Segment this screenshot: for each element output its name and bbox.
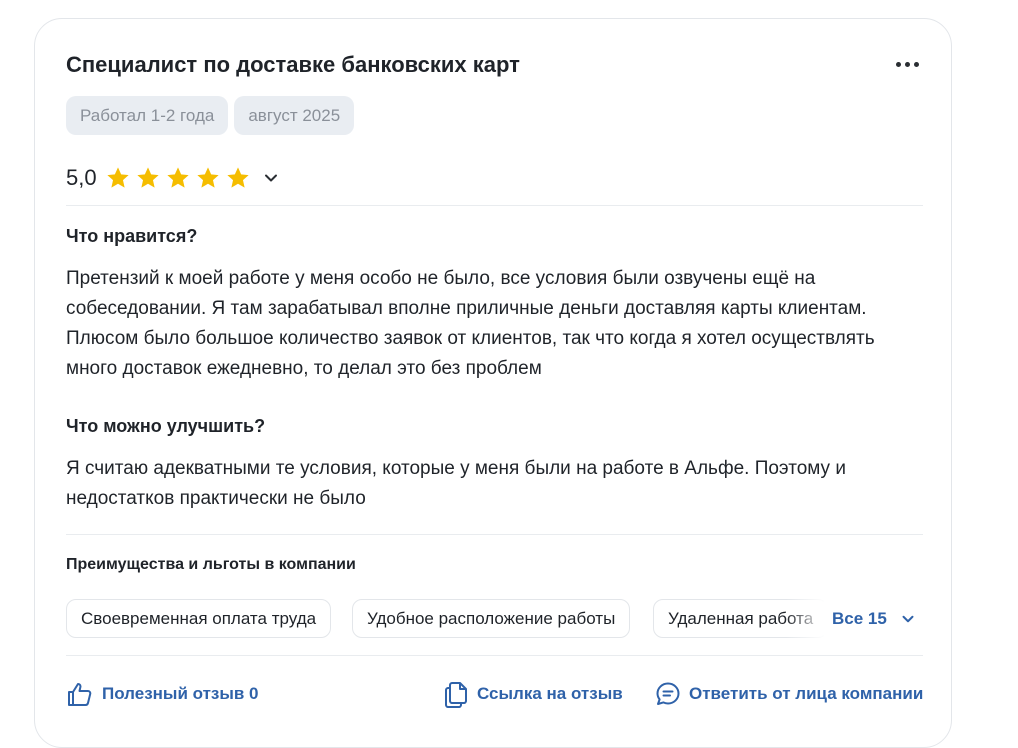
likes-heading: Что нравится? <box>66 226 198 246</box>
tag-date: август 2025 <box>234 96 355 135</box>
benefit-chip[interactable]: Удобное расположение работы <box>352 599 631 638</box>
star-icon <box>106 167 129 188</box>
rating-value: 5,0 <box>66 165 97 190</box>
reply-as-company-label: Ответить от лица компании <box>689 684 924 703</box>
star-icon <box>136 167 159 188</box>
rating-block: 5,0 <box>66 164 281 192</box>
star-icon <box>226 167 249 188</box>
review-link-button[interactable]: Ссылка на отзыв <box>443 680 623 708</box>
star-icon <box>166 167 189 188</box>
comment-icon <box>656 682 680 705</box>
show-all-benefits-button[interactable]: Все 15 <box>824 599 923 639</box>
reply-as-company-button[interactable]: Ответить от лица компании <box>655 680 923 708</box>
improve-text: Я считаю адекватными те условия, которые… <box>66 458 846 509</box>
benefits-list: Своевременная оплата труда Удобное распо… <box>66 599 923 639</box>
show-all-label: Все 15 <box>832 609 887 628</box>
copy-link-icon <box>445 682 467 708</box>
helpful-review-label: Полезный отзыв 0 <box>102 684 259 703</box>
star-icon <box>196 167 219 188</box>
chevron-down-icon[interactable] <box>261 168 281 188</box>
tag-experience: Работал 1-2 года <box>66 96 229 135</box>
rating-stars <box>105 165 251 191</box>
improve-heading: Что можно улучшить? <box>66 416 266 436</box>
divider <box>66 205 923 206</box>
review-title: Специалист по доставке банковских карт <box>66 52 520 77</box>
benefits-heading: Преимущества и льготы в компании <box>66 556 356 573</box>
benefit-chip[interactable]: Своевременная оплата труда <box>66 599 332 638</box>
review-tags: Работал 1-2 года август 2025 <box>66 96 355 135</box>
more-dots-icon <box>895 61 901 67</box>
more-options-button[interactable] <box>892 58 922 70</box>
likes-text: Претензий к моей работе у меня особо не … <box>66 268 875 379</box>
thumbs-up-icon <box>68 683 92 706</box>
divider <box>66 534 923 535</box>
review-link-label: Ссылка на отзыв <box>477 684 623 703</box>
chevron-down-icon <box>902 615 914 623</box>
helpful-review-button[interactable]: Полезный отзыв 0 <box>66 680 259 708</box>
divider <box>66 655 923 656</box>
